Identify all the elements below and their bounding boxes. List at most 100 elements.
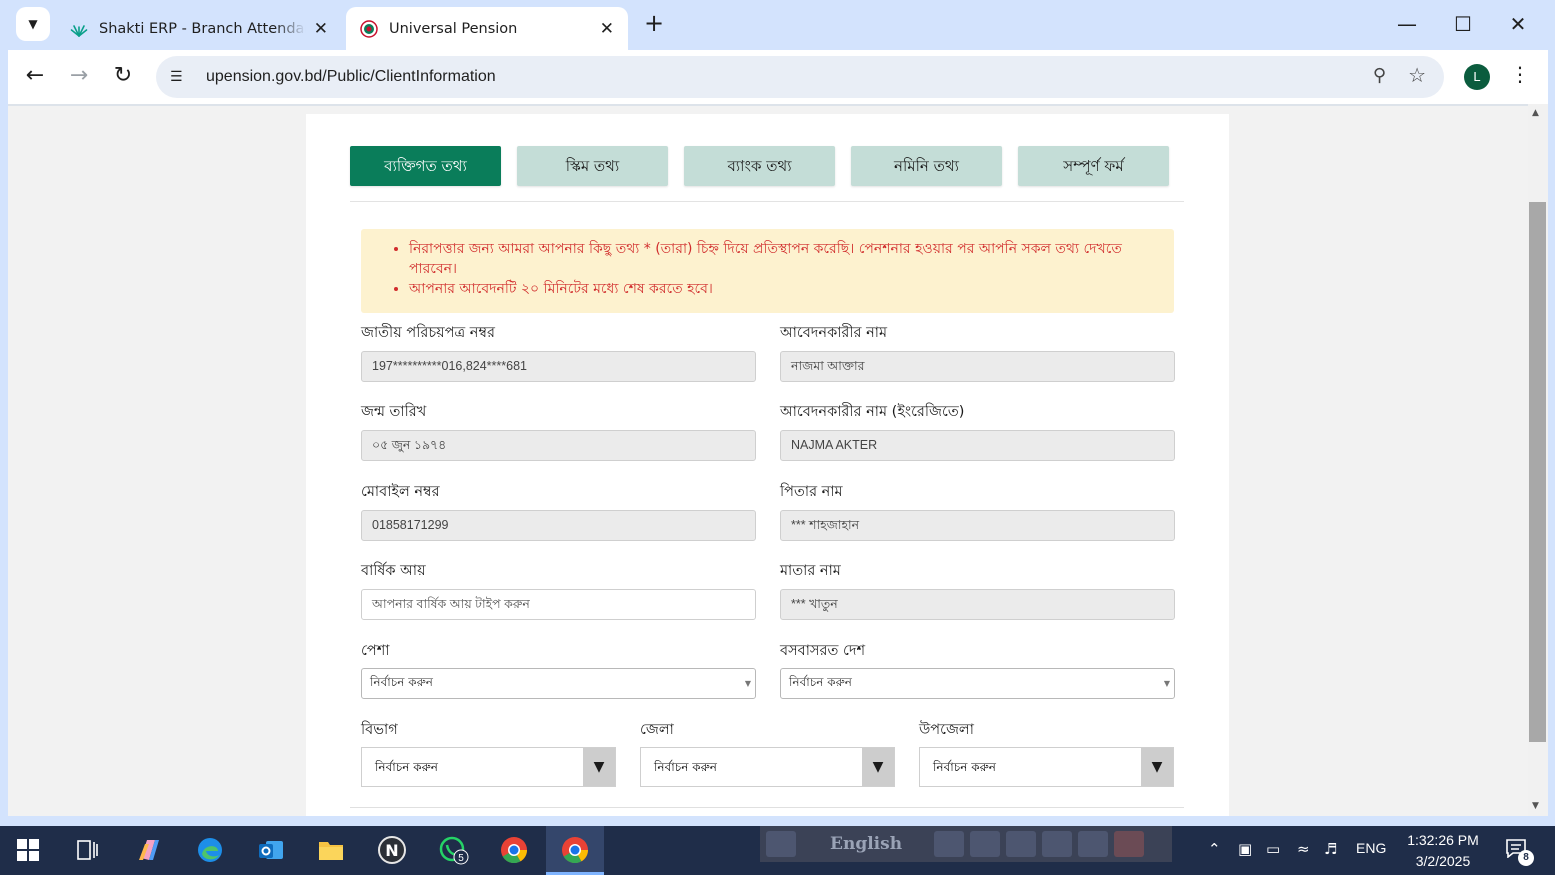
dob-field: ০৫ জুন ১৯৭৪	[361, 430, 756, 461]
occupation-value: নির্বাচন করুন	[370, 675, 433, 689]
folder-icon	[319, 842, 343, 860]
windows-logo-icon	[17, 839, 39, 861]
district-value: নির্বাচন করুন	[654, 760, 717, 774]
scroll-up-arrow-icon[interactable]: ▲	[1532, 108, 1539, 118]
step-nominee-info[interactable]: নমিনি তথ্য	[851, 146, 1002, 186]
outlook-icon	[259, 841, 283, 859]
notice-item: নিরাপত্তার জন্য আমরা আপনার কিছু তথ্য * (…	[409, 239, 1158, 279]
step-scheme-info[interactable]: স্কিম তথ্য	[517, 146, 668, 186]
language-bar-button[interactable]	[1042, 831, 1072, 857]
language-toolbar-buttons	[928, 826, 1172, 862]
volume-icon[interactable]: ♬	[1324, 840, 1337, 858]
show-hidden-icons-icon[interactable]: ⌃	[1208, 840, 1221, 858]
father-name-field: *** শাহজাহান	[780, 510, 1175, 541]
bookmark-star-icon[interactable]: ☆	[1408, 63, 1426, 87]
father-name-label: পিতার নাম	[780, 484, 843, 500]
address-bar[interactable]: ☰ upension.gov.bd/Public/ClientInformati…	[156, 56, 1444, 98]
close-tab-icon[interactable]: ✕	[314, 19, 328, 39]
dob-label: জন্ম তারিখ	[361, 404, 427, 420]
tab-title: Shakti ERP - Branch Attendance	[99, 20, 306, 37]
help-button[interactable]	[1078, 831, 1108, 857]
n-app[interactable]: N	[374, 832, 410, 868]
caret-down-icon: ▼	[744, 679, 751, 688]
dropdown-arrow-icon[interactable]: ▼	[862, 748, 894, 786]
browser-toolbar: ← → ↻ ☰ upension.gov.bd/Public/ClientInf…	[8, 50, 1548, 104]
whatsapp-icon: 5	[439, 836, 469, 865]
profile-avatar[interactable]: L	[1464, 64, 1490, 90]
outlook-app[interactable]	[253, 832, 289, 868]
task-view-button[interactable]	[70, 832, 106, 868]
section-divider	[350, 807, 1184, 808]
close-language-bar-button[interactable]	[1114, 831, 1144, 857]
input-language[interactable]: ENG	[1356, 840, 1386, 856]
new-tab-button[interactable]: +	[640, 10, 668, 38]
chrome-app-active[interactable]	[557, 832, 593, 868]
language-name[interactable]: English	[830, 834, 902, 854]
mobile-label: মোবাইল নম্বর	[361, 484, 440, 500]
close-window-button[interactable]: ✕	[1503, 10, 1533, 40]
taskbar: N 5 English ⌃ ▣ ▭ ≈ ♬ ENG 1:32:26 PM 3/2…	[0, 826, 1555, 875]
applicant-name-en-label: আবেদনকারীর নাম (ইংরেজিতে)	[780, 404, 965, 420]
back-button[interactable]: ←	[20, 62, 50, 92]
dropdown-arrow-icon[interactable]: ▼	[583, 748, 615, 786]
notification-center-button[interactable]: 8	[1505, 838, 1534, 866]
reload-button[interactable]: ↻	[108, 62, 138, 92]
scrollbar-thumb[interactable]	[1529, 202, 1546, 742]
maximize-button[interactable]: ☐	[1448, 10, 1478, 40]
close-tab-icon[interactable]: ✕	[600, 19, 614, 39]
upazila-select[interactable]: নির্বাচন করুন ▼	[919, 747, 1174, 787]
step-bank-info[interactable]: ব্যাংক তথ্য	[684, 146, 835, 186]
step-personal-info[interactable]: ব্যক্তিগত তথ্য	[350, 146, 501, 186]
language-bar-button[interactable]	[970, 831, 1000, 857]
dropdown-arrow-icon[interactable]: ▼	[1141, 748, 1173, 786]
tab-search-button[interactable]: ▼	[16, 7, 50, 41]
page-viewport: ব্যক্তিগত তথ্য স্কিম তথ্য ব্যাংক তথ্য নম…	[8, 104, 1548, 816]
wifi-icon[interactable]: ≈	[1297, 840, 1310, 858]
country-label: বসবাসরত দেশ	[780, 643, 866, 659]
annual-income-input[interactable]: আপনার বার্ষিক আয় টাইপ করুন	[361, 589, 756, 620]
security-notice: নিরাপত্তার জন্য আমরা আপনার কিছু তথ্য * (…	[361, 229, 1174, 313]
site-info-icon[interactable]: ☰	[170, 69, 192, 85]
applicant-name-label: আবেদনকারীর নাম	[780, 325, 888, 341]
district-select[interactable]: নির্বাচন করুন ▼	[640, 747, 895, 787]
country-select[interactable]: নির্বাচন করুন ▼	[780, 668, 1175, 699]
tab-shakti-erp[interactable]: Shakti ERP - Branch Attendance ✕	[56, 7, 342, 50]
language-bar-button[interactable]	[1006, 831, 1036, 857]
clock-date: 3/2/2025	[1415, 853, 1471, 869]
step-complete-form[interactable]: সম্পূর্ণ ফর্ম	[1018, 146, 1169, 186]
copilot-app[interactable]	[131, 832, 167, 868]
tab-title: Universal Pension	[389, 20, 518, 37]
client-information-card: ব্যক্তিগত তথ্য স্কিম তথ্য ব্যাংক তথ্য নম…	[306, 114, 1229, 816]
tab-universal-pension[interactable]: Universal Pension ✕	[346, 7, 628, 50]
pension-favicon-icon	[360, 19, 378, 38]
scroll-down-arrow-icon[interactable]: ▼	[1532, 801, 1539, 811]
mobile-field: 01858171299	[361, 510, 756, 541]
forward-button[interactable]: →	[64, 62, 94, 92]
system-clock[interactable]: 1:32:26 PM 3/2/2025	[1398, 830, 1488, 872]
chrome-icon	[562, 837, 589, 864]
shakti-favicon-icon	[70, 24, 88, 37]
edge-icon	[198, 838, 222, 862]
battery-icon[interactable]: ▭	[1266, 840, 1280, 858]
mother-name-label: মাতার নাম	[780, 563, 841, 579]
file-explorer-app[interactable]	[313, 832, 349, 868]
minimize-button[interactable]: —	[1392, 10, 1422, 40]
start-button[interactable]	[10, 832, 46, 868]
language-bar-button[interactable]	[934, 831, 964, 857]
chrome-app[interactable]	[496, 832, 532, 868]
upazila-label: উপজেলা	[919, 722, 974, 738]
menu-kebab-icon[interactable]: ⋮	[1510, 62, 1530, 86]
tab-strip: ▼ Shakti ERP - Branch Attendance ✕ Unive…	[0, 0, 1555, 50]
url-text: upension.gov.bd/Public/ClientInformation	[206, 68, 496, 85]
edge-app[interactable]	[192, 832, 228, 868]
occupation-select[interactable]: নির্বাচন করুন ▼	[361, 668, 756, 699]
division-value: নির্বাচন করুন	[375, 760, 438, 774]
zoom-icon[interactable]: ⚲	[1373, 65, 1386, 86]
division-select[interactable]: নির্বাচন করুন ▼	[361, 747, 616, 787]
toolbar-divider	[8, 104, 1548, 106]
whatsapp-app[interactable]: 5	[436, 832, 472, 868]
occupation-label: পেশা	[361, 643, 390, 659]
meet-icon[interactable]: ▣	[1238, 840, 1252, 858]
whatsapp-badge: 5	[458, 853, 464, 864]
language-bar-button[interactable]	[766, 831, 796, 857]
